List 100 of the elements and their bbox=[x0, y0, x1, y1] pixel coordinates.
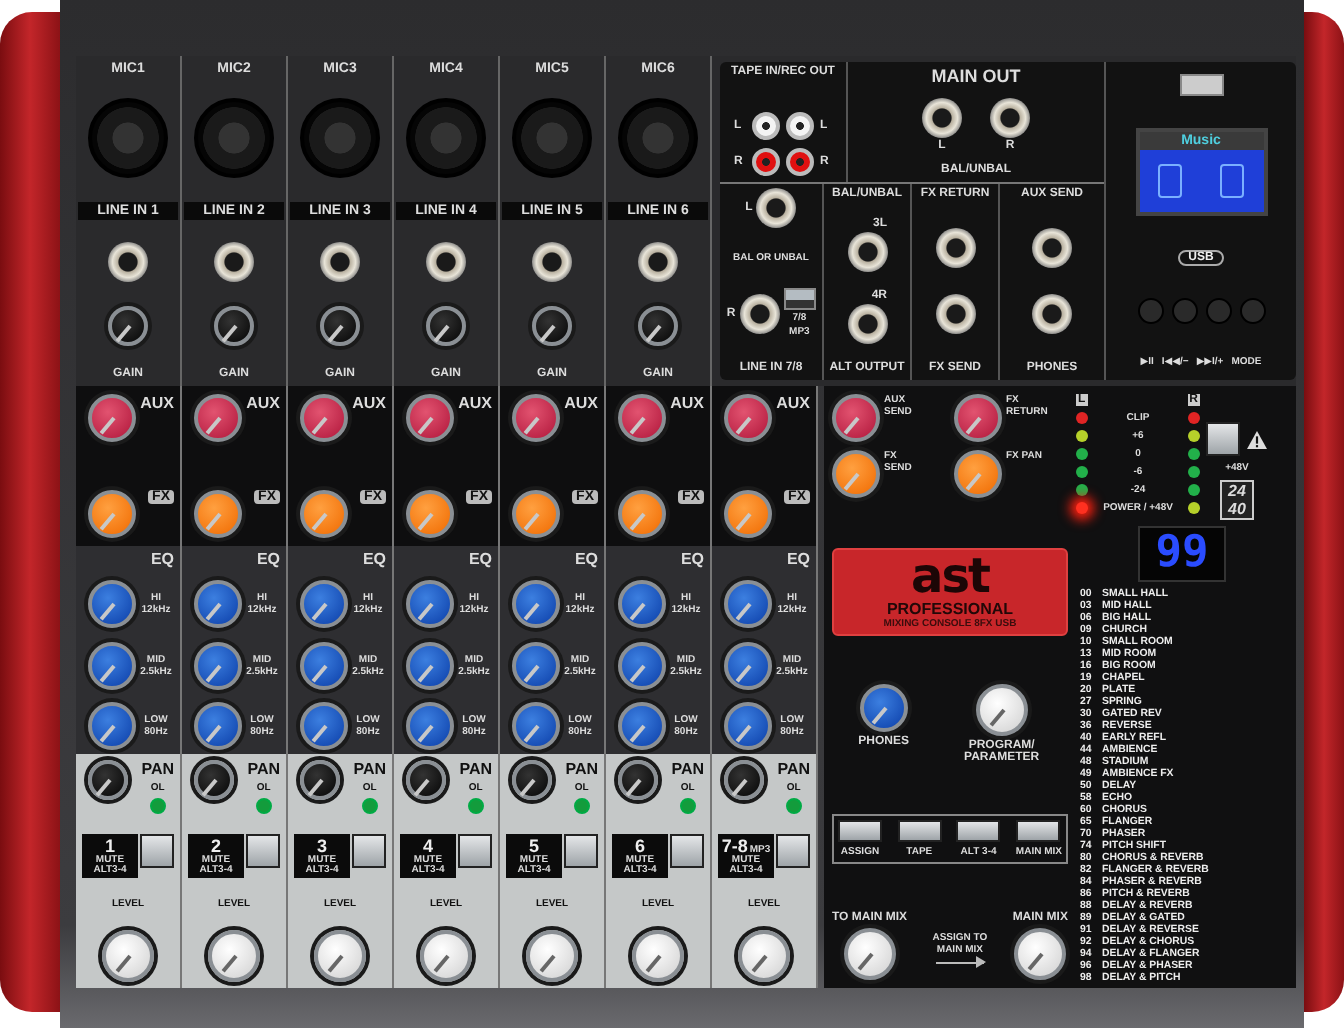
mute-button[interactable] bbox=[352, 834, 386, 868]
master-knob[interactable] bbox=[954, 394, 1002, 442]
level-knob[interactable] bbox=[314, 930, 366, 982]
aux-knob[interactable] bbox=[512, 394, 560, 442]
assign-button[interactable] bbox=[1016, 819, 1061, 841]
program-knob[interactable] bbox=[975, 684, 1028, 736]
eq-knob[interactable] bbox=[512, 701, 560, 750]
eq-knob[interactable] bbox=[300, 641, 348, 690]
eq-knob[interactable] bbox=[88, 641, 136, 690]
eq-knob[interactable] bbox=[300, 580, 348, 629]
eq-knob[interactable] bbox=[512, 580, 560, 629]
aux-knob[interactable] bbox=[618, 394, 666, 442]
eq-knob[interactable] bbox=[194, 641, 242, 690]
fx-knob[interactable] bbox=[88, 490, 136, 538]
eq-knob[interactable] bbox=[194, 701, 242, 750]
rca-socket[interactable] bbox=[786, 148, 814, 176]
eq-knob[interactable] bbox=[88, 580, 136, 629]
pan-knob[interactable] bbox=[194, 760, 234, 800]
rca-socket[interactable] bbox=[752, 112, 780, 140]
assign-button[interactable] bbox=[897, 819, 942, 841]
line-jack[interactable] bbox=[426, 242, 466, 283]
mute-button[interactable] bbox=[776, 834, 810, 868]
section-label: EQ bbox=[150, 550, 174, 568]
level-knob[interactable] bbox=[632, 930, 684, 982]
line-jack[interactable] bbox=[638, 242, 678, 283]
slide-switch[interactable] bbox=[783, 288, 816, 310]
gain-knob[interactable] bbox=[426, 305, 466, 346]
output-jack[interactable] bbox=[847, 232, 887, 272]
eq-knob[interactable] bbox=[618, 641, 666, 690]
master-knob[interactable] bbox=[954, 450, 1002, 498]
eq-knob[interactable] bbox=[724, 641, 772, 690]
aux-knob[interactable] bbox=[406, 394, 454, 442]
mute-button[interactable] bbox=[246, 834, 280, 868]
fx-knob[interactable] bbox=[300, 490, 348, 538]
usb-port[interactable] bbox=[1179, 74, 1223, 96]
level-knob[interactable] bbox=[1014, 928, 1067, 980]
mute-button[interactable] bbox=[670, 834, 704, 868]
level-knob[interactable] bbox=[208, 930, 260, 982]
master-knob[interactable] bbox=[832, 450, 880, 498]
fx-send-jack[interactable] bbox=[935, 294, 975, 335]
aux-knob[interactable] bbox=[724, 394, 772, 442]
phones-jack[interactable] bbox=[1032, 294, 1072, 335]
master-knob[interactable] bbox=[832, 394, 880, 442]
gain-knob[interactable] bbox=[214, 305, 254, 346]
mute-button[interactable] bbox=[564, 834, 598, 868]
rca-socket[interactable] bbox=[752, 148, 780, 176]
level-knob[interactable] bbox=[526, 930, 578, 982]
eq-knob[interactable] bbox=[406, 580, 454, 629]
aux-knob[interactable] bbox=[88, 394, 136, 442]
line-jack[interactable] bbox=[320, 242, 360, 283]
assign-button[interactable] bbox=[956, 819, 1001, 841]
fx-knob[interactable] bbox=[618, 490, 666, 538]
eq-knob[interactable] bbox=[618, 701, 666, 750]
pan-knob[interactable] bbox=[406, 760, 446, 800]
line-jack[interactable] bbox=[214, 242, 254, 283]
aux-send-jack[interactable] bbox=[1032, 227, 1072, 268]
fx-knob[interactable] bbox=[406, 490, 454, 538]
line-jack[interactable] bbox=[739, 293, 780, 333]
section-label: PAN bbox=[671, 760, 704, 778]
pan-knob[interactable] bbox=[724, 760, 764, 800]
phones-knob[interactable] bbox=[859, 684, 908, 732]
pan-knob[interactable] bbox=[512, 760, 552, 800]
assign-button[interactable] bbox=[838, 819, 882, 841]
output-jack[interactable] bbox=[847, 304, 887, 344]
level-knob[interactable] bbox=[102, 930, 154, 982]
eq-knob[interactable] bbox=[512, 641, 560, 690]
output-jack[interactable] bbox=[990, 98, 1030, 138]
eq-knob[interactable] bbox=[194, 580, 242, 629]
line-jack[interactable] bbox=[108, 242, 148, 283]
eq-knob[interactable] bbox=[618, 580, 666, 629]
aux-knob[interactable] bbox=[194, 394, 242, 442]
line-jack[interactable] bbox=[532, 242, 572, 283]
mute-button[interactable] bbox=[140, 834, 174, 868]
gain-knob[interactable] bbox=[532, 305, 572, 346]
eq-knob[interactable] bbox=[300, 701, 348, 750]
gain-knob[interactable] bbox=[108, 305, 148, 346]
overload-led bbox=[149, 798, 166, 814]
gain-knob[interactable] bbox=[320, 305, 360, 346]
eq-knob[interactable] bbox=[406, 701, 454, 750]
mute-button[interactable] bbox=[458, 834, 492, 868]
level-knob[interactable] bbox=[843, 928, 896, 980]
line-jack[interactable] bbox=[756, 188, 797, 228]
fx-return-jack[interactable] bbox=[935, 227, 975, 268]
phantom-power-button[interactable] bbox=[1206, 422, 1240, 456]
output-jack[interactable] bbox=[922, 98, 962, 138]
aux-knob[interactable] bbox=[300, 394, 348, 442]
eq-knob[interactable] bbox=[724, 701, 772, 750]
pan-knob[interactable] bbox=[618, 760, 658, 800]
pan-knob[interactable] bbox=[300, 760, 340, 800]
gain-knob[interactable] bbox=[638, 305, 678, 346]
eq-knob[interactable] bbox=[406, 641, 454, 690]
level-knob[interactable] bbox=[738, 930, 790, 982]
fx-knob[interactable] bbox=[194, 490, 242, 538]
pan-knob[interactable] bbox=[88, 760, 128, 800]
level-knob[interactable] bbox=[420, 930, 472, 982]
rca-socket[interactable] bbox=[786, 112, 814, 140]
fx-knob[interactable] bbox=[512, 490, 560, 538]
fx-knob[interactable] bbox=[724, 490, 772, 538]
eq-knob[interactable] bbox=[724, 580, 772, 629]
eq-knob[interactable] bbox=[88, 701, 136, 750]
